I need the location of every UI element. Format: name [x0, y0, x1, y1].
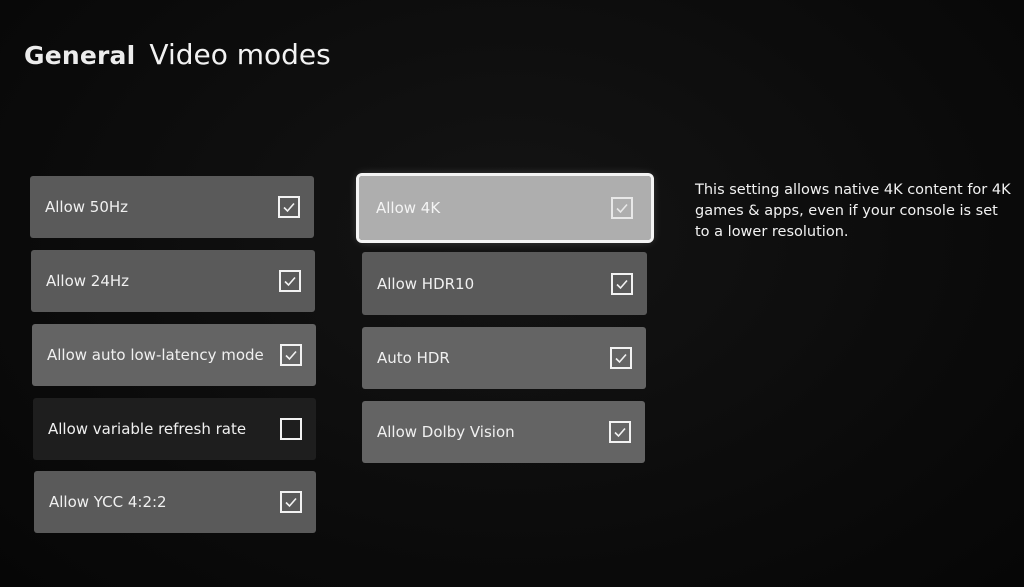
checkbox[interactable]	[280, 344, 302, 366]
toggle-label: Allow 24Hz	[46, 272, 130, 290]
toggle-label: Allow HDR10	[377, 274, 475, 293]
toggle-label: Allow Dolby Vision	[377, 423, 515, 441]
checkbox[interactable]	[611, 272, 633, 295]
checkmark-icon	[283, 202, 295, 213]
page-title: Video modes	[149, 38, 331, 71]
toggle-label: Allow 50Hz	[45, 198, 129, 216]
checkmark-icon	[285, 497, 297, 508]
page-header: General Video modes	[24, 38, 331, 71]
toggle-allow-dolby-vision[interactable]: Allow Dolby Vision	[362, 401, 645, 463]
checkmark-icon	[614, 427, 626, 438]
toggle-label: Allow auto low-latency mode	[47, 346, 264, 364]
toggle-auto-hdr[interactable]: Auto HDR	[362, 327, 646, 389]
checkmark-icon	[284, 276, 296, 287]
section-title: General	[24, 41, 136, 70]
checkmark-icon	[285, 350, 297, 361]
toggle-label: Auto HDR	[377, 349, 450, 367]
checkmark-icon	[616, 279, 628, 289]
toggle-allow-24hz[interactable]: Allow 24Hz	[31, 250, 315, 312]
toggle-allow-hdr10[interactable]: Allow HDR10	[362, 252, 647, 315]
checkmark-icon	[616, 203, 628, 214]
toggle-allow-auto-low-latency-mode[interactable]: Allow auto low-latency mode	[32, 324, 316, 386]
toggle-label: Allow variable refresh rate	[48, 420, 247, 438]
checkbox[interactable]	[611, 197, 633, 219]
toggle-allow-variable-refresh-rate[interactable]: Allow variable refresh rate	[33, 398, 316, 460]
checkmark-icon	[615, 353, 627, 364]
checkbox[interactable]	[610, 347, 632, 369]
checkbox[interactable]	[609, 421, 631, 443]
toggle-allow-4k[interactable]: Allow 4K	[356, 173, 654, 243]
checkbox[interactable]	[280, 418, 302, 440]
toggle-label: Allow 4K	[376, 199, 441, 217]
toggle-allow-50hz[interactable]: Allow 50Hz	[30, 176, 314, 238]
toggle-label: Allow YCC 4:2:2	[49, 493, 167, 511]
checkbox[interactable]	[279, 270, 301, 292]
checkbox[interactable]	[278, 196, 300, 218]
toggle-allow-ycc-422[interactable]: Allow YCC 4:2:2	[34, 471, 316, 533]
checkbox[interactable]	[280, 491, 302, 513]
setting-description: This setting allows native 4K content fo…	[695, 182, 1011, 240]
video-modes-screen: General Video modes Allow 50Hz Allow 24H…	[0, 0, 1024, 587]
